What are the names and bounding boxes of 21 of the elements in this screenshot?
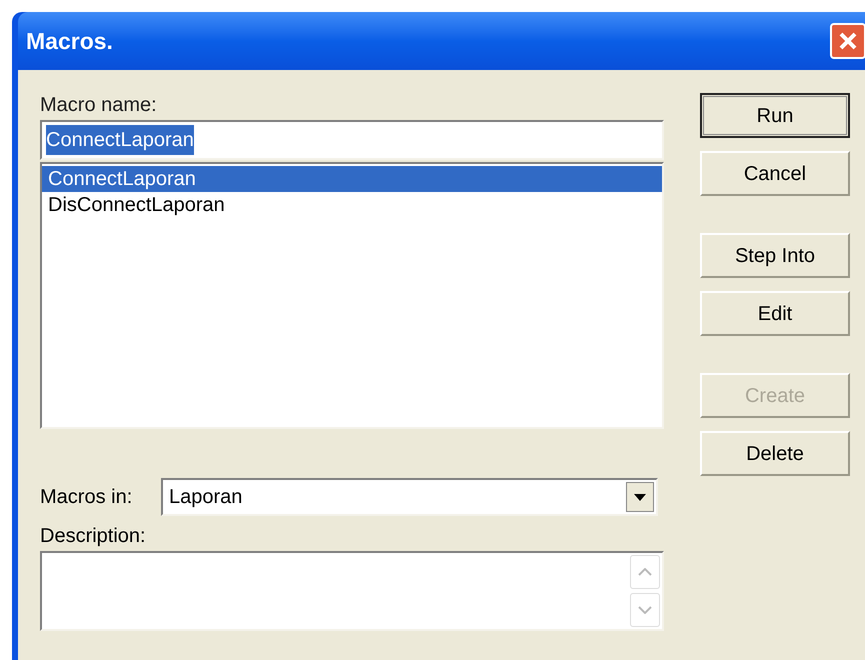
dropdown-arrow-button[interactable] <box>626 482 654 512</box>
window-title: Macros. <box>26 26 113 56</box>
macro-list-item[interactable]: DisConnectLaporan <box>42 192 662 218</box>
macro-list-item[interactable]: ConnectLaporan <box>42 166 662 192</box>
description-field[interactable] <box>40 551 664 631</box>
dialog-button[interactable]: Cancel <box>700 151 850 196</box>
macro-name-value: ConnectLaporan <box>46 125 194 155</box>
caret-icon <box>634 494 646 500</box>
field-label: Description: <box>40 524 147 549</box>
close-icon <box>838 31 858 51</box>
dialog-button[interactable]: Run <box>700 93 850 138</box>
dialog-button[interactable]: Delete <box>700 431 850 476</box>
dialog-button[interactable]: Step Into <box>700 233 850 278</box>
dialog-button[interactable]: Edit <box>700 291 850 336</box>
macro-name-field[interactable]: ConnectLaporan <box>40 120 664 160</box>
close-button[interactable] <box>830 23 865 59</box>
macros-in-dropdown[interactable]: Laporan <box>161 478 658 516</box>
scroll-up-button[interactable] <box>630 555 660 589</box>
field-label: Macro name: <box>40 93 158 118</box>
field-label: Macros in: <box>40 485 134 510</box>
scroll-down-button[interactable] <box>630 593 660 627</box>
